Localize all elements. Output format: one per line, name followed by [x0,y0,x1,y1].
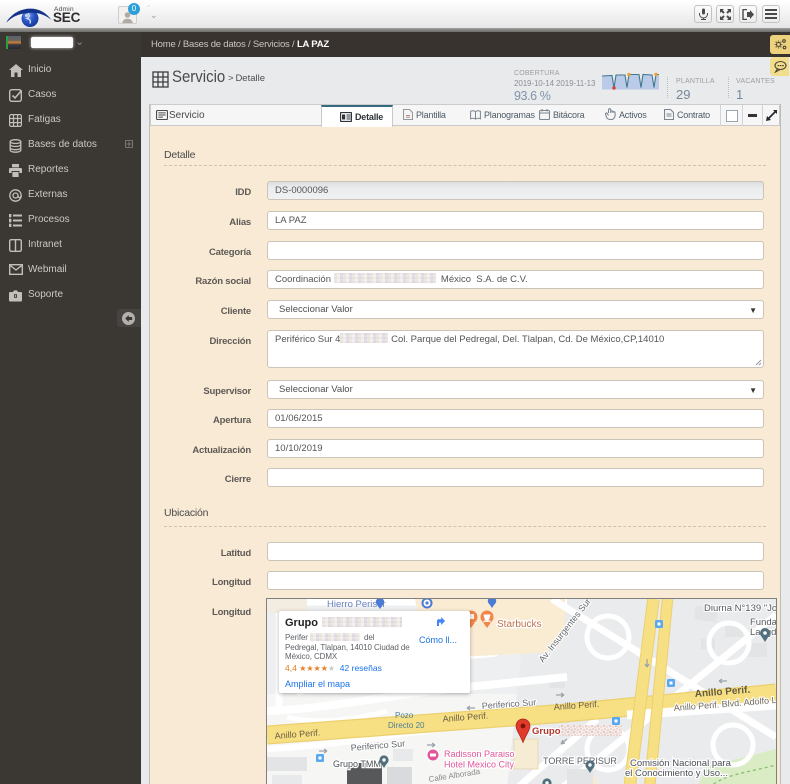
svg-text:Grupo: Grupo [532,726,561,737]
svg-text:Directo 20: Directo 20 [388,721,425,730]
svg-text:Pozo: Pozo [395,711,414,720]
svg-text:el Conocimiento y Uso...: el Conocimiento y Uso... [625,768,728,779]
svg-text:Radisson Paraiso: Radisson Paraiso [444,749,515,759]
svg-text:TORRE PERISUR: TORRE PERISUR [543,756,617,766]
svg-text:Diurna N°139 "Jos: Diurna N°139 "Jos [704,603,776,614]
svg-text:Starbucks: Starbucks [497,619,541,630]
svg-text:Grupo TMM: Grupo TMM [333,759,381,769]
